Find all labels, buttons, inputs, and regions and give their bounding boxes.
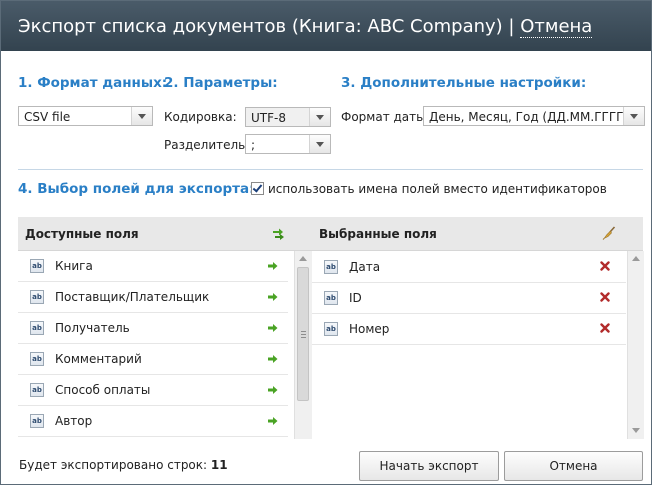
date-format-label: Формат даты:	[341, 110, 430, 124]
export-dialog: Экспорт списка документов (Книга: ABC Co…	[0, 0, 652, 485]
add-arrow-icon[interactable]	[268, 323, 278, 333]
selected-field-row[interactable]: ab Номер	[312, 314, 626, 345]
available-fields-panel: Доступные поля ab Книга ab Поставщик/Пла…	[18, 217, 312, 439]
available-field-label: Комментарий	[55, 352, 142, 366]
add-arrow-icon[interactable]	[268, 261, 278, 271]
chevron-down-icon	[623, 107, 644, 125]
available-fields-scrollbar[interactable]	[294, 251, 312, 439]
cancel-button[interactable]: Отмена	[504, 451, 643, 481]
available-field-row[interactable]: ab Поставщик/Плательщик	[18, 282, 288, 313]
format-heading: 1. Формат данных:	[18, 75, 168, 91]
chevron-down-icon	[309, 108, 330, 126]
selected-field-row[interactable]: ab ID	[312, 283, 626, 314]
format-select-value: CSV file	[24, 110, 71, 124]
scrollbar-thumb[interactable]	[297, 267, 309, 401]
text-field-icon: ab	[30, 321, 44, 335]
text-field-icon: ab	[30, 383, 44, 397]
selected-field-row[interactable]: ab Дата	[312, 252, 626, 283]
params-heading: 2. Параметры:	[164, 75, 278, 91]
separator-select[interactable]: ;	[245, 134, 331, 154]
add-arrow-icon[interactable]	[268, 354, 278, 364]
text-field-icon: ab	[30, 259, 44, 273]
available-field-label: Способ оплаты	[55, 383, 151, 397]
text-field-icon: ab	[324, 260, 338, 274]
available-field-row[interactable]: ab Комментарий	[18, 344, 288, 375]
dialog-title-text: Экспорт списка документов (Книга: ABC Co…	[18, 16, 521, 37]
format-select[interactable]: CSV file	[18, 106, 153, 126]
add-arrow-icon[interactable]	[268, 385, 278, 395]
text-field-icon: ab	[30, 414, 44, 428]
broom-icon[interactable]	[602, 226, 616, 240]
text-field-icon: ab	[324, 322, 338, 336]
remove-field-icon[interactable]	[600, 323, 610, 333]
title-bar: Экспорт списка документов (Книга: ABC Co…	[1, 1, 651, 51]
date-format-select[interactable]: День, Месяц, Год (ДД.ММ.ГГГГ)	[423, 106, 645, 126]
chevron-down-icon	[309, 135, 330, 153]
text-field-icon: ab	[30, 352, 44, 366]
add-arrow-icon[interactable]	[268, 292, 278, 302]
rows-count-value: 11	[210, 458, 228, 472]
add-arrow-icon[interactable]	[268, 416, 278, 426]
encoding-select-value: UTF-8	[251, 111, 286, 125]
encoding-select[interactable]: UTF-8	[245, 107, 331, 127]
available-field-label: Поставщик/Плательщик	[55, 290, 210, 304]
selected-fields-title: Выбранные поля	[319, 227, 437, 241]
use-field-names-label: использовать имена полей вместо идентифи…	[268, 182, 607, 196]
encoding-label: Кодировка:	[164, 110, 237, 124]
available-field-label: Книга	[55, 259, 93, 273]
start-export-button[interactable]: Начать экспорт	[359, 451, 499, 481]
available-field-row[interactable]: ab Книга	[18, 251, 288, 282]
available-field-label: Автор	[55, 414, 93, 428]
chevron-down-icon	[131, 107, 152, 125]
selected-fields-scrollbar[interactable]	[627, 251, 644, 439]
dialog-title: Экспорт списка документов (Книга: ABC Co…	[18, 16, 593, 38]
separator-label: Разделитель:	[164, 138, 250, 152]
available-fields-title: Доступные поля	[25, 227, 139, 241]
selected-fields-panel: Выбранные поля ab Дата ab ID ab Номер	[312, 217, 644, 439]
scroll-up-icon[interactable]	[299, 256, 307, 261]
date-format-value: День, Месяц, Год (ДД.ММ.ГГГГ)	[429, 110, 629, 124]
available-field-row[interactable]: ab Автор	[18, 406, 288, 437]
rows-count-label: Будет экспортировано строк:	[19, 458, 208, 472]
use-field-names-checkbox[interactable]	[251, 182, 264, 195]
text-field-icon: ab	[324, 291, 338, 305]
remove-field-icon[interactable]	[600, 292, 610, 302]
available-field-label: Получатель	[55, 321, 130, 335]
available-field-row[interactable]: ab Получатель	[18, 313, 288, 344]
scroll-down-icon[interactable]	[632, 428, 640, 433]
add-all-icon[interactable]	[272, 228, 285, 240]
selected-field-label: Дата	[349, 260, 381, 274]
title-cancel-link[interactable]: Отмена	[520, 16, 593, 38]
separator-select-value: ;	[251, 138, 256, 152]
remove-field-icon[interactable]	[600, 261, 610, 271]
available-fields-header: Доступные поля	[18, 217, 312, 251]
rows-count-text: Будет экспортировано строк: 11	[19, 458, 228, 472]
scroll-up-icon[interactable]	[632, 256, 640, 261]
extra-settings-heading: 3. Дополнительные настройки:	[341, 75, 587, 91]
text-field-icon: ab	[30, 290, 44, 304]
selected-fields-header: Выбранные поля	[312, 217, 643, 251]
available-field-row[interactable]: ab Способ оплаты	[18, 375, 288, 406]
selected-field-label: Номер	[349, 322, 390, 336]
selected-field-label: ID	[349, 291, 362, 305]
divider	[18, 169, 643, 170]
fields-heading: 4. Выбор полей для экспорта:	[18, 181, 255, 197]
